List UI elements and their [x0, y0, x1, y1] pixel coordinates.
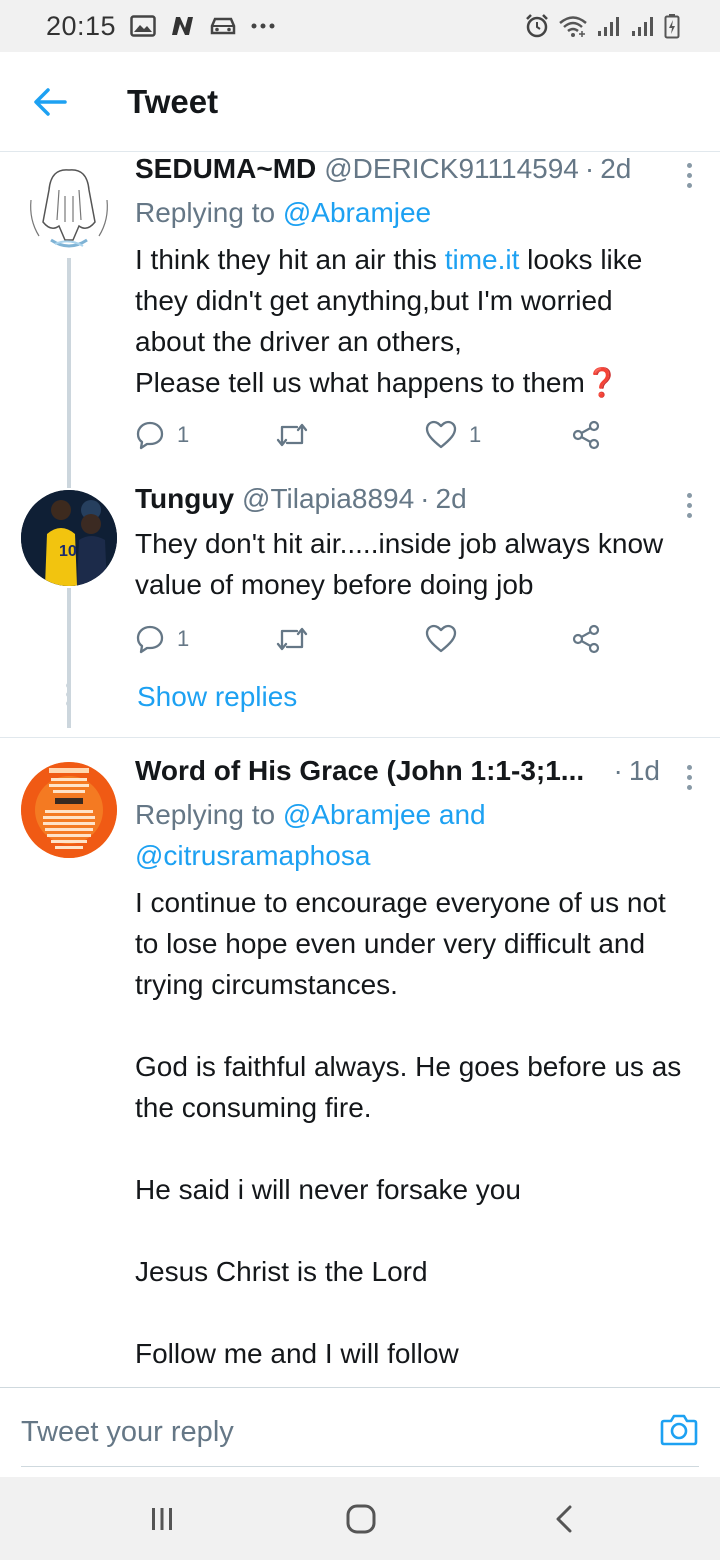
back-nav-button[interactable] [544, 1497, 584, 1541]
system-nav-bar [0, 1477, 720, 1560]
share-button[interactable] [570, 415, 602, 455]
retweet-button[interactable] [275, 619, 321, 659]
reply-button[interactable]: 1 [135, 415, 189, 455]
recent-apps-button[interactable] [140, 1497, 184, 1541]
show-replies-link[interactable]: Show replies [137, 681, 297, 713]
tweet-header: Tunguy @Tilapia8894 · 2d [135, 483, 660, 515]
avatar[interactable]: 10 [21, 490, 117, 586]
tweet-actions: 1 [135, 619, 605, 659]
like-button[interactable]: 1 [425, 415, 481, 455]
thread-continuation-dots [66, 683, 72, 706]
tweet-timestamp[interactable]: 1d [629, 755, 660, 787]
user-handle[interactable]: @Tilapia8894 [242, 483, 414, 515]
battery-charging-icon [664, 13, 680, 39]
url-link[interactable]: time.it [445, 244, 520, 275]
tweet-header: SEDUMA~MD @DERICK91114594 · 2d [135, 153, 660, 185]
avatar[interactable] [21, 160, 117, 256]
signal-icon [596, 14, 622, 38]
heart-icon [425, 420, 457, 449]
car-icon [210, 15, 236, 37]
back-icon [556, 1505, 572, 1533]
thread-line [67, 588, 71, 728]
replying-to: Replying to @Abramjee [135, 192, 690, 233]
retweet-icon [276, 627, 308, 651]
reply-icon [136, 421, 164, 450]
separator-dot: · [420, 483, 430, 514]
alarm-icon [524, 13, 550, 39]
reply-count: 1 [177, 626, 190, 651]
separator-dot: · [584, 153, 595, 184]
back-button[interactable] [0, 52, 100, 152]
user-handle[interactable]: @DERICK91114594 [324, 153, 579, 185]
tweet-item[interactable]: 10 Tunguy @Tilapia8894 · 2d They don't h… [0, 483, 720, 738]
reply-input-underline [21, 1466, 699, 1467]
camera-button[interactable] [660, 1412, 698, 1451]
like-count: 1 [469, 422, 482, 447]
thread-line [67, 258, 71, 488]
avatar[interactable] [21, 762, 117, 858]
share-icon [572, 420, 600, 450]
n-notification-icon [170, 15, 196, 37]
tweet-timestamp[interactable]: 2d [600, 153, 631, 185]
tweet-text-part: I think they hit an air this [135, 244, 445, 275]
page-title: Tweet [127, 82, 219, 120]
arrow-left-icon [34, 87, 67, 116]
reply-icon [136, 625, 164, 654]
tweet-item[interactable]: Word of His Grace (John 1:1-3;1... · 1d … [0, 755, 720, 1387]
recent-apps-icon [152, 1508, 172, 1530]
like-button[interactable] [425, 619, 469, 659]
tweet-item[interactable]: SEDUMA~MD @DERICK91114594 · 2d Replying … [0, 153, 720, 493]
share-button[interactable] [570, 619, 602, 659]
replying-to-label: Replying to [135, 197, 283, 228]
share-icon [572, 624, 600, 654]
status-time: 20:15 [46, 10, 117, 41]
gallery-icon [130, 15, 156, 37]
more-options-icon[interactable] [684, 163, 694, 188]
heart-icon [425, 624, 457, 653]
question-mark-emoji: ❓ [584, 367, 620, 398]
reply-composer [0, 1387, 720, 1477]
home-button[interactable] [338, 1497, 384, 1541]
display-name[interactable]: Tunguy [135, 483, 234, 515]
replying-to-label: Replying to [135, 799, 283, 830]
more-dots-icon [250, 22, 276, 30]
display-name[interactable]: Word of His Grace (John 1:1-3;1... [135, 755, 584, 787]
more-options-icon[interactable] [684, 765, 694, 790]
reply-count: 1 [177, 422, 190, 447]
more-options-icon[interactable] [684, 493, 694, 518]
signal-icon [630, 14, 656, 38]
mention-link[interactable]: @Abramjee [283, 197, 431, 228]
tweet-feed[interactable]: SEDUMA~MD @DERICK91114594 · 2d Replying … [0, 153, 720, 1387]
separator-dot: · [613, 755, 623, 786]
tweet-text: They don't hit air.....inside job always… [135, 528, 672, 600]
tweet-timestamp[interactable]: 2d [436, 483, 467, 515]
wifi-icon [558, 14, 588, 38]
reply-input[interactable] [21, 1406, 621, 1458]
display-name[interactable]: SEDUMA~MD [135, 153, 316, 185]
reply-button[interactable]: 1 [135, 619, 189, 659]
camera-icon [660, 1414, 698, 1446]
replying-to: Replying to @Abramjee and @citrusramapho… [135, 794, 520, 876]
tweet-actions: 1 1 [135, 415, 605, 455]
app-header: Tweet [0, 52, 720, 152]
status-bar: 20:15 [0, 0, 720, 52]
retweet-icon [276, 423, 308, 447]
divider [0, 737, 720, 738]
retweet-button[interactable] [275, 415, 321, 455]
tweet-text: I continue to encourage everyone of us n… [135, 887, 682, 1369]
tweet-header: Word of His Grace (John 1:1-3;1... · 1d [135, 755, 660, 787]
home-icon [346, 1504, 376, 1534]
tweet-text: I think they hit an air this time.it loo… [135, 239, 690, 403]
svg-text:10: 10 [59, 543, 77, 560]
